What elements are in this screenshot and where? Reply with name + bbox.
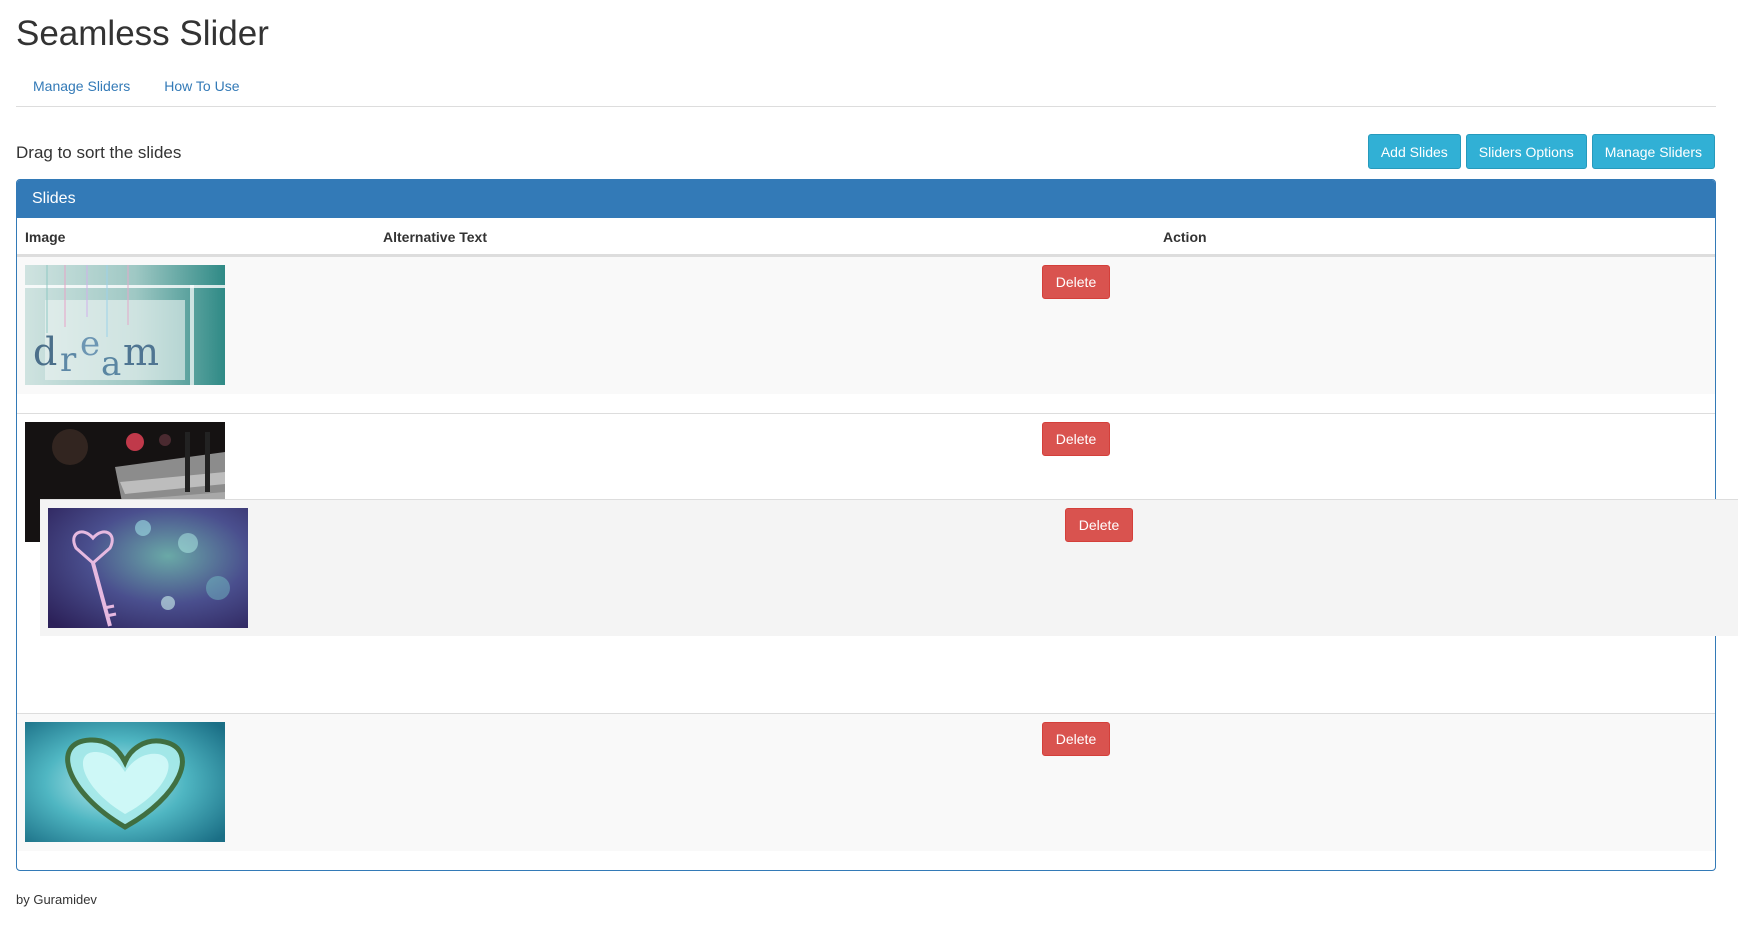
toolbar-actions: Add Slides Sliders Options Manage Slider… [1367, 134, 1715, 169]
drag-hint: Drag to sort the slides [16, 143, 182, 162]
sliders-options-button[interactable]: Sliders Options [1465, 134, 1587, 169]
dragging-table-row[interactable]: Delete [40, 499, 1738, 636]
column-header-image: Image [25, 229, 66, 245]
svg-text:e: e [80, 324, 100, 364]
top-nav: Manage Sliders How To Use [16, 76, 1716, 107]
footer-credit: by Guramidev [16, 892, 97, 907]
delete-button[interactable]: Delete [1065, 508, 1133, 542]
svg-text:m: m [123, 330, 159, 374]
table-row[interactable]: d r e a m Delete [17, 256, 1715, 413]
svg-text:a: a [101, 344, 121, 384]
slide-image-dream: d r e a m [25, 265, 225, 385]
slide-image-heart-island [25, 722, 225, 842]
column-header-action: Action [1163, 229, 1207, 245]
delete-button[interactable]: Delete [1042, 265, 1110, 299]
svg-text:d: d [33, 330, 57, 374]
delete-button[interactable]: Delete [1042, 422, 1110, 456]
nav-manage-sliders[interactable]: Manage Sliders [16, 76, 147, 106]
page-title: Seamless Slider [16, 14, 269, 53]
table-header: Image Alternative Text Action [17, 218, 1715, 256]
add-slides-button[interactable]: Add Slides [1367, 134, 1461, 169]
svg-text:r: r [60, 340, 77, 380]
panel-title: Slides [17, 180, 1715, 218]
column-header-alt-text: Alternative Text [383, 229, 487, 245]
manage-sliders-button[interactable]: Manage Sliders [1591, 134, 1715, 169]
table-row[interactable]: Delete [17, 713, 1715, 870]
slide-image-heart-key [48, 508, 248, 628]
nav-how-to-use[interactable]: How To Use [147, 76, 256, 106]
delete-button[interactable]: Delete [1042, 722, 1110, 756]
